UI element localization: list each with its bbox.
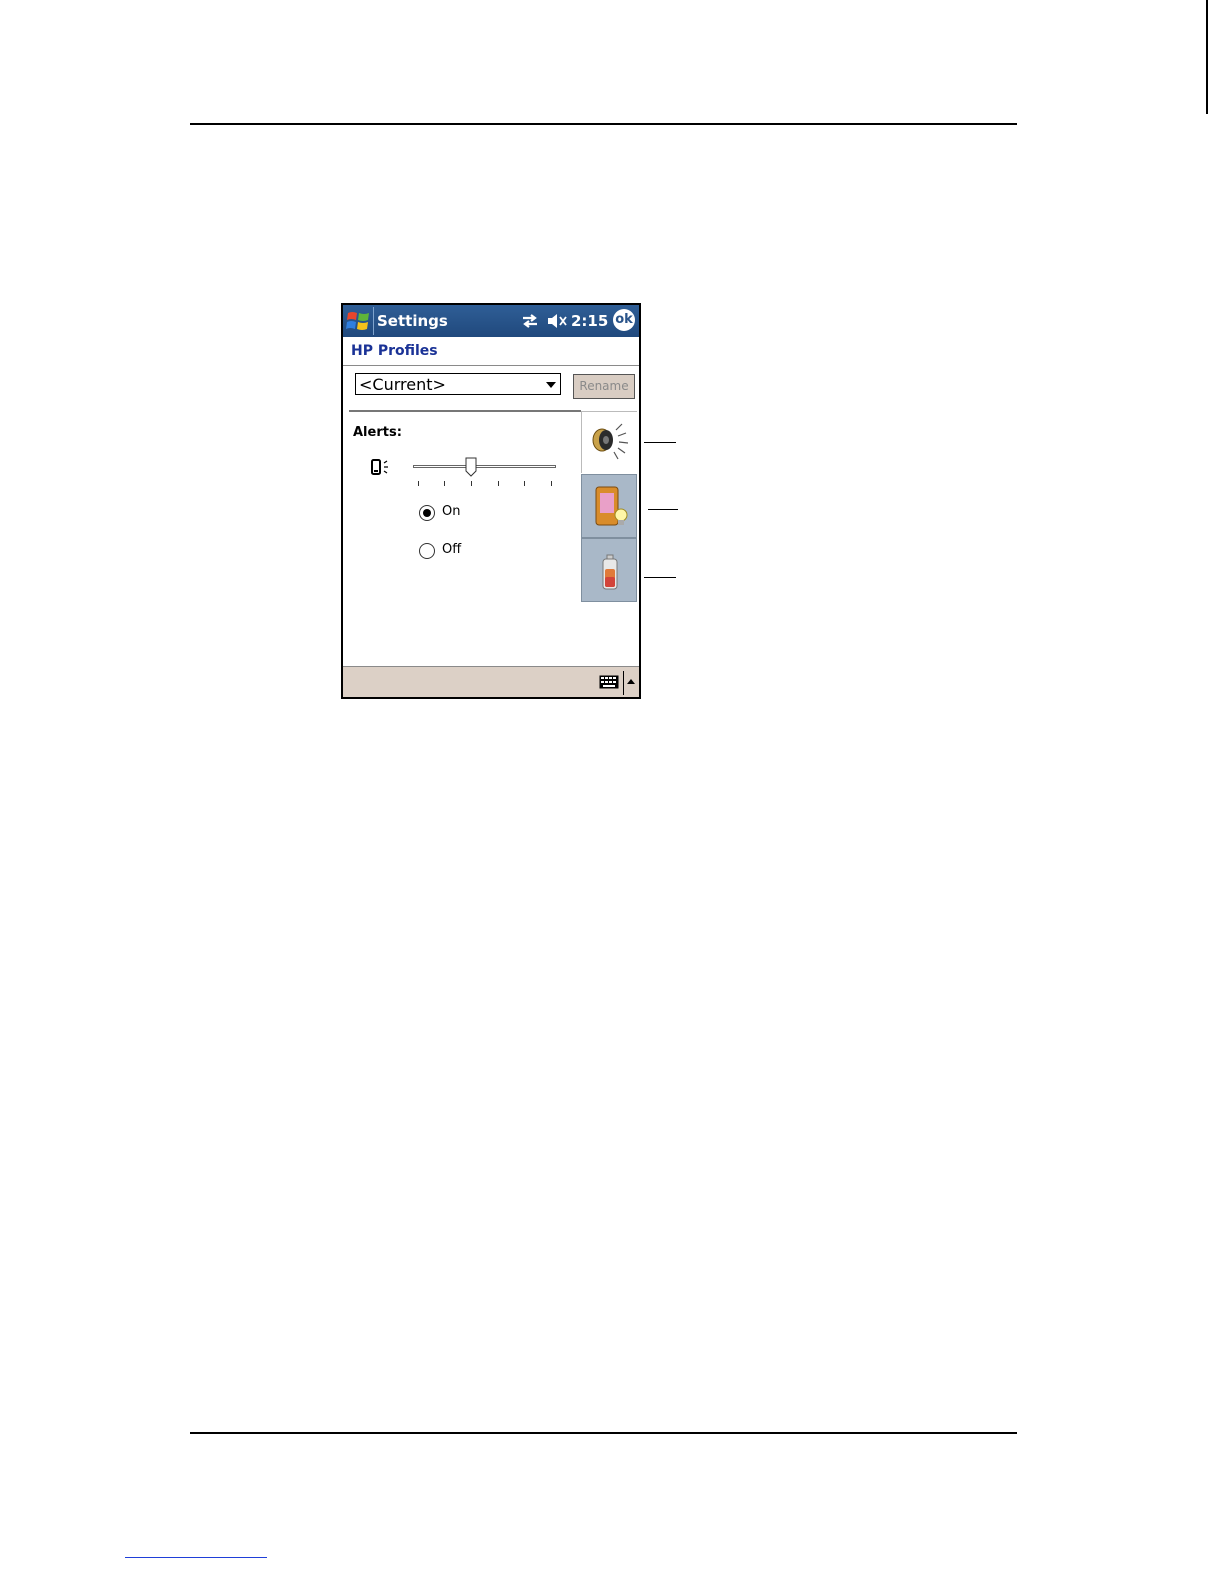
device-backlight-icon xyxy=(595,486,628,526)
tab-power[interactable] xyxy=(581,538,637,602)
slider-tick xyxy=(551,481,552,486)
callout-line-display xyxy=(648,509,678,510)
slider-tick xyxy=(471,481,472,486)
slider-thumb[interactable] xyxy=(465,457,477,477)
footer-link-underline xyxy=(125,1557,267,1558)
callout-line-sound xyxy=(644,442,676,443)
ok-button[interactable]: ok xyxy=(613,309,635,331)
speaker-muted-icon[interactable] xyxy=(546,312,568,330)
title-separator xyxy=(373,307,374,335)
profile-dropdown[interactable]: <Current> xyxy=(355,373,561,395)
app-header: HP Profiles xyxy=(351,343,438,359)
tab-display[interactable] xyxy=(581,474,637,538)
alerts-volume-slider[interactable] xyxy=(413,465,556,468)
callout-line-power xyxy=(644,577,676,578)
menu-bar xyxy=(343,666,639,697)
menu-bar-separator xyxy=(623,671,624,695)
rename-button[interactable]: Rename xyxy=(573,374,635,399)
alerts-label: Alerts: xyxy=(353,425,402,440)
tab-sound[interactable] xyxy=(581,411,637,473)
clock[interactable]: 2:15 xyxy=(571,312,608,330)
sync-arrows-icon[interactable] xyxy=(521,313,539,329)
slider-tick xyxy=(524,481,525,486)
header-divider xyxy=(343,365,639,366)
radio-off[interactable] xyxy=(419,543,435,559)
device-screen: Settings 2:15 ok HP Profiles <Current> R… xyxy=(341,303,641,699)
slider-tick xyxy=(444,481,445,486)
speaker-icon xyxy=(592,423,629,460)
keyboard-icon[interactable] xyxy=(599,675,619,689)
slider-tick xyxy=(498,481,499,486)
radio-selected-dot xyxy=(423,509,431,517)
profile-dropdown-value: <Current> xyxy=(359,375,446,394)
slider-tick xyxy=(418,481,419,486)
vibrate-icon xyxy=(371,459,388,475)
radio-off-label: Off xyxy=(442,542,462,557)
input-panel-arrow-icon[interactable] xyxy=(627,679,635,684)
page-footer-rule xyxy=(190,1432,1017,1434)
radio-on-label: On xyxy=(442,504,461,519)
chevron-down-icon xyxy=(546,382,556,388)
radio-on[interactable] xyxy=(419,505,435,521)
title-bar: Settings 2:15 ok xyxy=(343,305,639,337)
windows-flag-icon[interactable] xyxy=(345,308,371,334)
battery-icon xyxy=(602,554,618,590)
page-header-rule xyxy=(190,123,1017,125)
tab-panel-divider xyxy=(349,410,581,412)
page-edge-mark xyxy=(1206,0,1208,114)
window-title: Settings xyxy=(377,312,448,330)
